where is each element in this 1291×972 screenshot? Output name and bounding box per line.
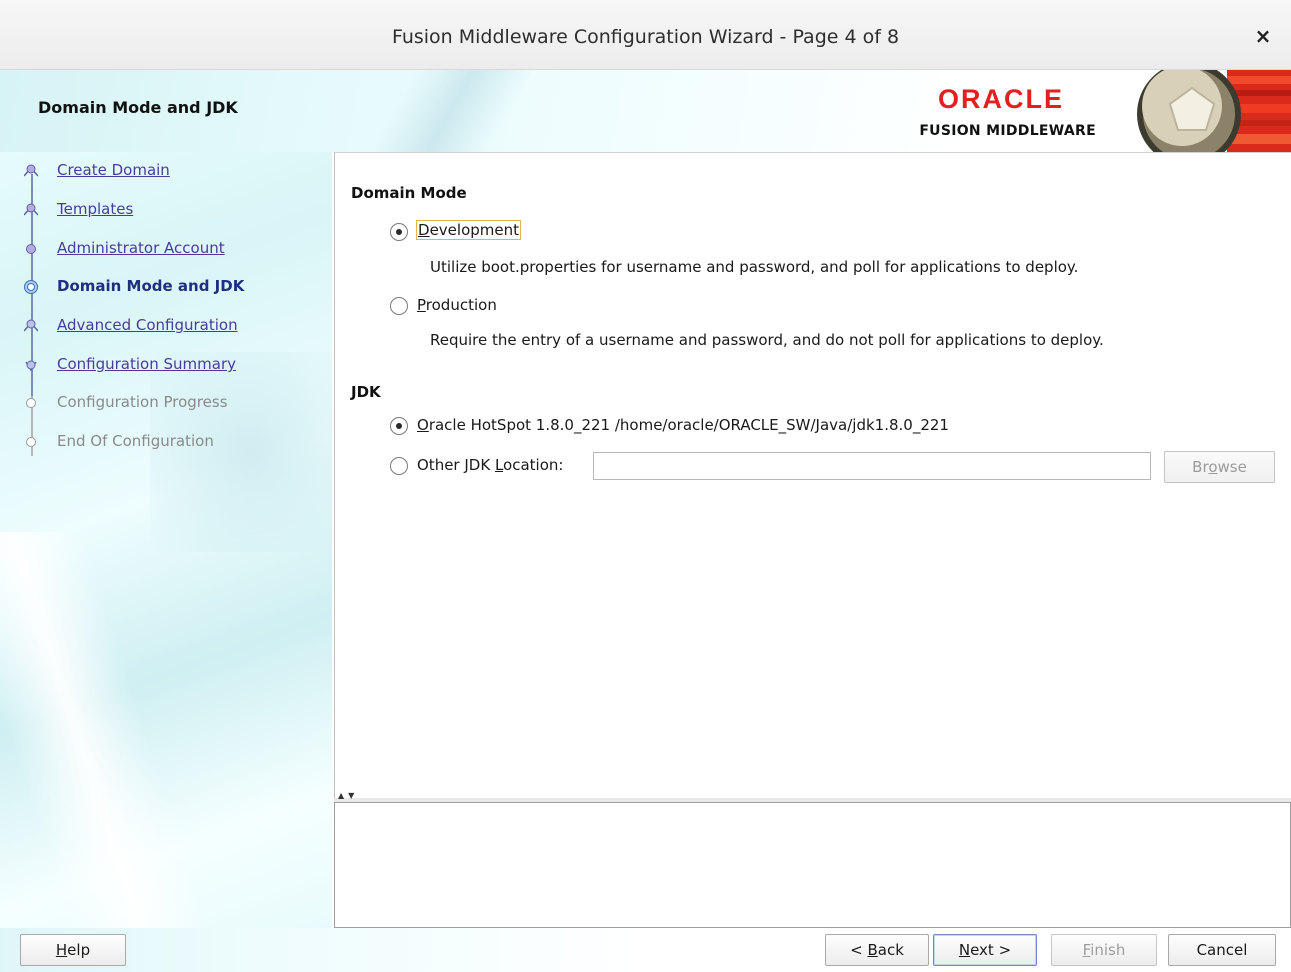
development-description: Utilize boot.properties for username and…: [430, 258, 1079, 276]
development-radio-button[interactable]: [390, 223, 408, 241]
step-done-icon: [24, 164, 38, 177]
step-done-icon: [24, 319, 38, 332]
fusion-middleware-text: FUSION MIDDLEWARE: [919, 123, 1096, 139]
step-done-icon: [26, 244, 36, 254]
oracle-brand-text: ORACLE: [938, 84, 1064, 114]
main-content-panel: Domain Mode Development Utilize boot.pro…: [334, 152, 1291, 798]
step-configuration-summary[interactable]: Configuration Summary: [20, 352, 320, 378]
step-label: End Of Configuration: [57, 432, 214, 450]
domain-mode-heading: Domain Mode: [351, 184, 467, 202]
step-create-domain[interactable]: Create Domain: [20, 158, 320, 184]
development-radio-label[interactable]: Development: [416, 220, 521, 240]
wizard-header: Domain Mode and JDK ORACLE FUSION MIDDLE…: [0, 70, 1291, 152]
browse-button[interactable]: Browse: [1164, 451, 1275, 483]
step-label[interactable]: Configuration Summary: [57, 355, 236, 373]
button-bar: Help < Back Next > Finish Cancel: [0, 928, 1291, 972]
next-button[interactable]: Next >: [933, 934, 1037, 966]
step-pending-icon: [26, 398, 36, 408]
step-label[interactable]: Templates: [57, 200, 133, 218]
close-icon[interactable]: ×: [1251, 24, 1275, 48]
step-advanced-configuration[interactable]: Advanced Configuration: [20, 313, 320, 339]
step-done-icon: [24, 203, 38, 216]
oracle-hotspot-radio-label[interactable]: Oracle HotSpot 1.8.0_221 /home/oracle/OR…: [417, 416, 949, 434]
step-current-icon: [24, 280, 38, 294]
message-pane: [334, 802, 1291, 928]
oracle-hotspot-radio-button[interactable]: [390, 417, 408, 435]
other-jdk-radio-label[interactable]: Other JDK Location:: [417, 456, 563, 474]
step-label[interactable]: Administrator Account: [57, 239, 225, 257]
step-domain-mode-and-jdk: Domain Mode and JDK: [20, 274, 320, 300]
splitter-arrows-icon[interactable]: ▲▼: [338, 791, 358, 800]
production-radio-button[interactable]: [390, 297, 408, 315]
finish-button[interactable]: Finish: [1051, 934, 1157, 966]
step-administrator-account[interactable]: Administrator Account: [20, 236, 320, 262]
step-label[interactable]: Advanced Configuration: [57, 316, 238, 334]
sidebar-decoration: [0, 532, 219, 928]
wizard-steps-panel: Create Domain Templates Administrator Ac…: [0, 152, 332, 928]
step-end-of-configuration: End Of Configuration: [20, 429, 320, 455]
step-pending-icon: [26, 437, 36, 447]
help-button[interactable]: Help: [20, 934, 126, 966]
page-heading: Domain Mode and JDK: [38, 98, 238, 117]
other-jdk-location-input[interactable]: [593, 452, 1151, 480]
step-templates[interactable]: Templates: [20, 197, 320, 223]
cancel-button[interactable]: Cancel: [1168, 934, 1276, 966]
step-label: Configuration Progress: [57, 393, 228, 411]
production-description: Require the entry of a username and pass…: [430, 331, 1104, 349]
title-bar: Fusion Middleware Configuration Wizard -…: [0, 0, 1291, 70]
window-title: Fusion Middleware Configuration Wizard -…: [391, 26, 900, 48]
step-label: Domain Mode and JDK: [57, 277, 245, 295]
header-decoration: [333, 70, 547, 152]
other-jdk-radio-button[interactable]: [390, 457, 408, 475]
step-done-icon: [25, 360, 37, 372]
fusion-emblem-icon: [1132, 70, 1291, 152]
back-button[interactable]: < Back: [825, 934, 929, 966]
step-configuration-progress: Configuration Progress: [20, 390, 320, 416]
step-label[interactable]: Create Domain: [57, 161, 170, 179]
jdk-heading: JDK: [351, 383, 381, 401]
oracle-logo: ORACLE FUSION MIDDLEWARE: [906, 84, 1096, 146]
production-radio-label[interactable]: Production: [417, 296, 497, 314]
